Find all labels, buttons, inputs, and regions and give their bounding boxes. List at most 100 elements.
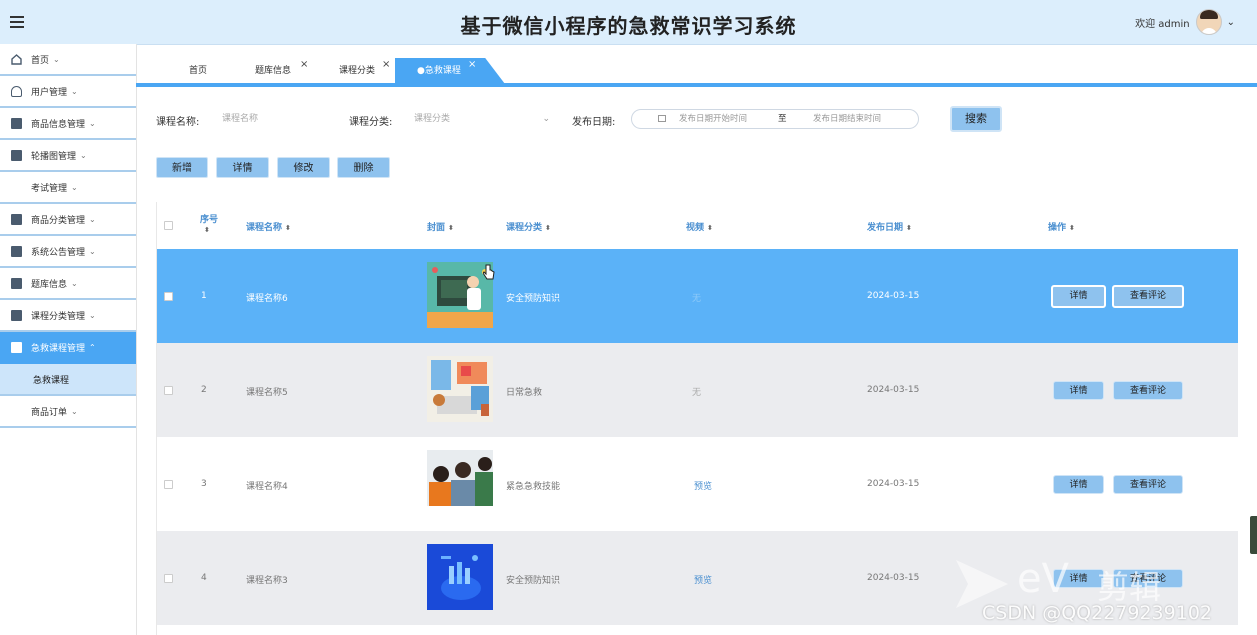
row-course-name: 课程名称5 xyxy=(246,388,288,398)
user-menu[interactable]: 欢迎 admin ⌄ xyxy=(1135,7,1235,37)
sidebar-item-users[interactable]: 用户管理 ⌄ xyxy=(0,76,136,108)
chevron-down-icon: ⌄ xyxy=(53,54,60,64)
row-date: 2024-03-15 xyxy=(867,291,920,301)
sidebar-item-label: 急救课程 xyxy=(33,375,70,386)
column-label: 操作 xyxy=(1048,223,1067,233)
sidebar-item-label: 用户管理 xyxy=(31,87,68,98)
chevron-down-icon: ⌄ xyxy=(80,150,87,160)
sidebar-item-label: 商品信息管理 xyxy=(31,119,86,130)
sort-icon: ⬍ xyxy=(707,224,713,232)
row-comments-button[interactable]: 查看评论 xyxy=(1113,475,1183,494)
delete-button[interactable]: 删除 xyxy=(337,157,390,178)
add-button[interactable]: 新增 xyxy=(156,157,208,178)
close-icon[interactable]: × xyxy=(382,52,390,78)
course-cover-image[interactable] xyxy=(427,450,493,516)
row-date: 2024-03-15 xyxy=(867,573,920,583)
sidebar-item-notice[interactable]: 系统公告管理 ⌄ xyxy=(0,236,136,268)
chevron-down-icon: ⌄ xyxy=(89,310,96,320)
sidebar-item-label: 商品分类管理 xyxy=(31,215,86,226)
sidebar-item-goods[interactable]: 商品信息管理 ⌄ xyxy=(0,108,136,140)
row-index: 2 xyxy=(201,385,207,395)
column-label: 发布日期 xyxy=(867,223,904,233)
close-icon[interactable]: × xyxy=(468,58,476,78)
row-checkbox[interactable] xyxy=(164,574,173,583)
mouse-cursor-icon xyxy=(482,264,495,284)
tab-question-bank[interactable]: 题库信息 × xyxy=(255,58,308,84)
row-index: 3 xyxy=(201,479,207,489)
sidebar-item-label: 商品订单 xyxy=(31,407,68,418)
top-header: 基于微信小程序的急救常识学习系统 欢迎 admin ⌄ xyxy=(0,0,1257,45)
sidebar-item-carousel[interactable]: 轮播图管理 ⌄ xyxy=(0,140,136,172)
table-row[interactable]: 1 课程名称6 安全预防知识 无 2024-03-15 详情 查看评论 xyxy=(157,249,1238,343)
row-checkbox[interactable] xyxy=(164,386,173,395)
row-video-preview-link[interactable]: 预览 xyxy=(694,573,712,586)
column-index[interactable]: 序号 ⬍ xyxy=(200,212,218,235)
chevron-down-icon: ⌄ xyxy=(1226,16,1235,28)
detail-button[interactable]: 详情 xyxy=(216,157,269,178)
table-icon xyxy=(11,341,22,353)
image-icon xyxy=(11,149,22,161)
sort-icon: ⬍ xyxy=(285,224,291,232)
sidebar-item-label: 轮播图管理 xyxy=(31,151,77,162)
tab-label: 题库信息 xyxy=(255,66,292,76)
date-end-input[interactable]: 发布日期结束时间 xyxy=(813,110,881,128)
chevron-down-icon: ⌄ xyxy=(71,278,78,288)
course-name-input[interactable]: 课程名称 xyxy=(222,110,332,128)
row-checkbox[interactable] xyxy=(164,480,173,489)
sidebar: 首页 ⌄ 用户管理 ⌄ 商品信息管理 ⌄ 轮播图管理 ⌄ 考试管理 ⌄ 商品分类… xyxy=(0,44,137,635)
select-all-checkbox[interactable] xyxy=(164,221,173,230)
table-row[interactable]: 3 课程名称4 紧急急救技能 预览 2024-03-15 详情 查看评论 xyxy=(157,437,1238,531)
row-comments-button[interactable]: 查看评论 xyxy=(1113,381,1183,400)
row-detail-button[interactable]: 详情 xyxy=(1053,381,1104,400)
close-icon[interactable]: × xyxy=(300,52,308,78)
course-category-label: 课程分类: xyxy=(349,117,393,128)
edit-button[interactable]: 修改 xyxy=(277,157,330,178)
tab-first-aid-course[interactable]: ●急救课程 × xyxy=(395,58,505,84)
course-name-label: 课程名称: xyxy=(156,117,200,128)
column-date[interactable]: 发布日期 ⬍ xyxy=(867,220,912,233)
row-video: 无 xyxy=(692,388,702,398)
row-detail-button[interactable]: 详情 xyxy=(1053,475,1104,494)
copy-icon xyxy=(11,213,22,225)
sidebar-item-first-aid-courses[interactable]: 急救课程管理 ⌃ xyxy=(0,332,136,364)
app-title: 基于微信小程序的急救常识学习系统 xyxy=(460,14,797,38)
row-date: 2024-03-15 xyxy=(867,479,920,489)
course-cover-image[interactable] xyxy=(427,544,493,610)
tab-underline xyxy=(136,83,1257,87)
sidebar-item-question-bank[interactable]: 题库信息 ⌄ xyxy=(0,268,136,300)
date-range-picker[interactable]: 发布日期开始时间 至 发布日期结束时间 xyxy=(631,109,919,129)
column-category[interactable]: 课程分类 ⬍ xyxy=(506,220,551,233)
sidebar-subitem-first-aid-course[interactable]: 急救课程 xyxy=(0,364,136,396)
column-video[interactable]: 视频 ⬍ xyxy=(686,220,713,233)
column-label: 视频 xyxy=(686,223,705,233)
row-checkbox[interactable] xyxy=(164,292,173,301)
course-cover-image[interactable] xyxy=(427,356,493,422)
sidebar-item-home[interactable]: 首页 ⌄ xyxy=(0,44,136,76)
table-row[interactable]: 2 课程名称5 日常急救 无 2024-03-15 详情 查看评论 xyxy=(157,343,1238,437)
tab-label: 课程分类 xyxy=(339,66,376,76)
sidebar-item-course-category[interactable]: 课程分类管理 ⌄ xyxy=(0,300,136,332)
avatar[interactable] xyxy=(1195,9,1222,35)
course-category-select[interactable]: 课程分类 ⌄ xyxy=(414,110,550,128)
sidebar-item-orders[interactable]: 商品订单 ⌄ xyxy=(0,396,136,428)
tab-course-category[interactable]: 课程分类 × xyxy=(339,58,390,84)
column-cover[interactable]: 封面 ⬍ xyxy=(427,220,454,233)
column-name[interactable]: 课程名称 ⬍ xyxy=(246,220,291,233)
tab-home[interactable]: 首页 xyxy=(189,58,207,84)
search-button[interactable]: 搜索 xyxy=(950,106,1002,132)
row-comments-button[interactable]: 查看评论 xyxy=(1112,285,1184,308)
sidebar-item-exams[interactable]: 考试管理 ⌄ xyxy=(0,172,136,204)
sort-icon: ⬍ xyxy=(1069,224,1075,232)
sidebar-item-label: 考试管理 xyxy=(31,183,68,194)
chevron-down-icon: ⌄ xyxy=(71,182,78,192)
publish-date-label: 发布日期: xyxy=(572,117,616,128)
row-category: 日常急救 xyxy=(506,388,543,398)
side-scroll-handle[interactable] xyxy=(1250,516,1257,554)
row-detail-button[interactable]: 详情 xyxy=(1051,285,1106,308)
sidebar-item-label: 急救课程管理 xyxy=(31,343,86,354)
date-start-input[interactable]: 发布日期开始时间 xyxy=(679,110,747,128)
sidebar-item-goods-category[interactable]: 商品分类管理 ⌄ xyxy=(0,204,136,236)
row-video-preview-link[interactable]: 预览 xyxy=(694,479,712,492)
sidebar-item-label: 系统公告管理 xyxy=(31,247,86,258)
row-date: 2024-03-15 xyxy=(867,385,920,395)
